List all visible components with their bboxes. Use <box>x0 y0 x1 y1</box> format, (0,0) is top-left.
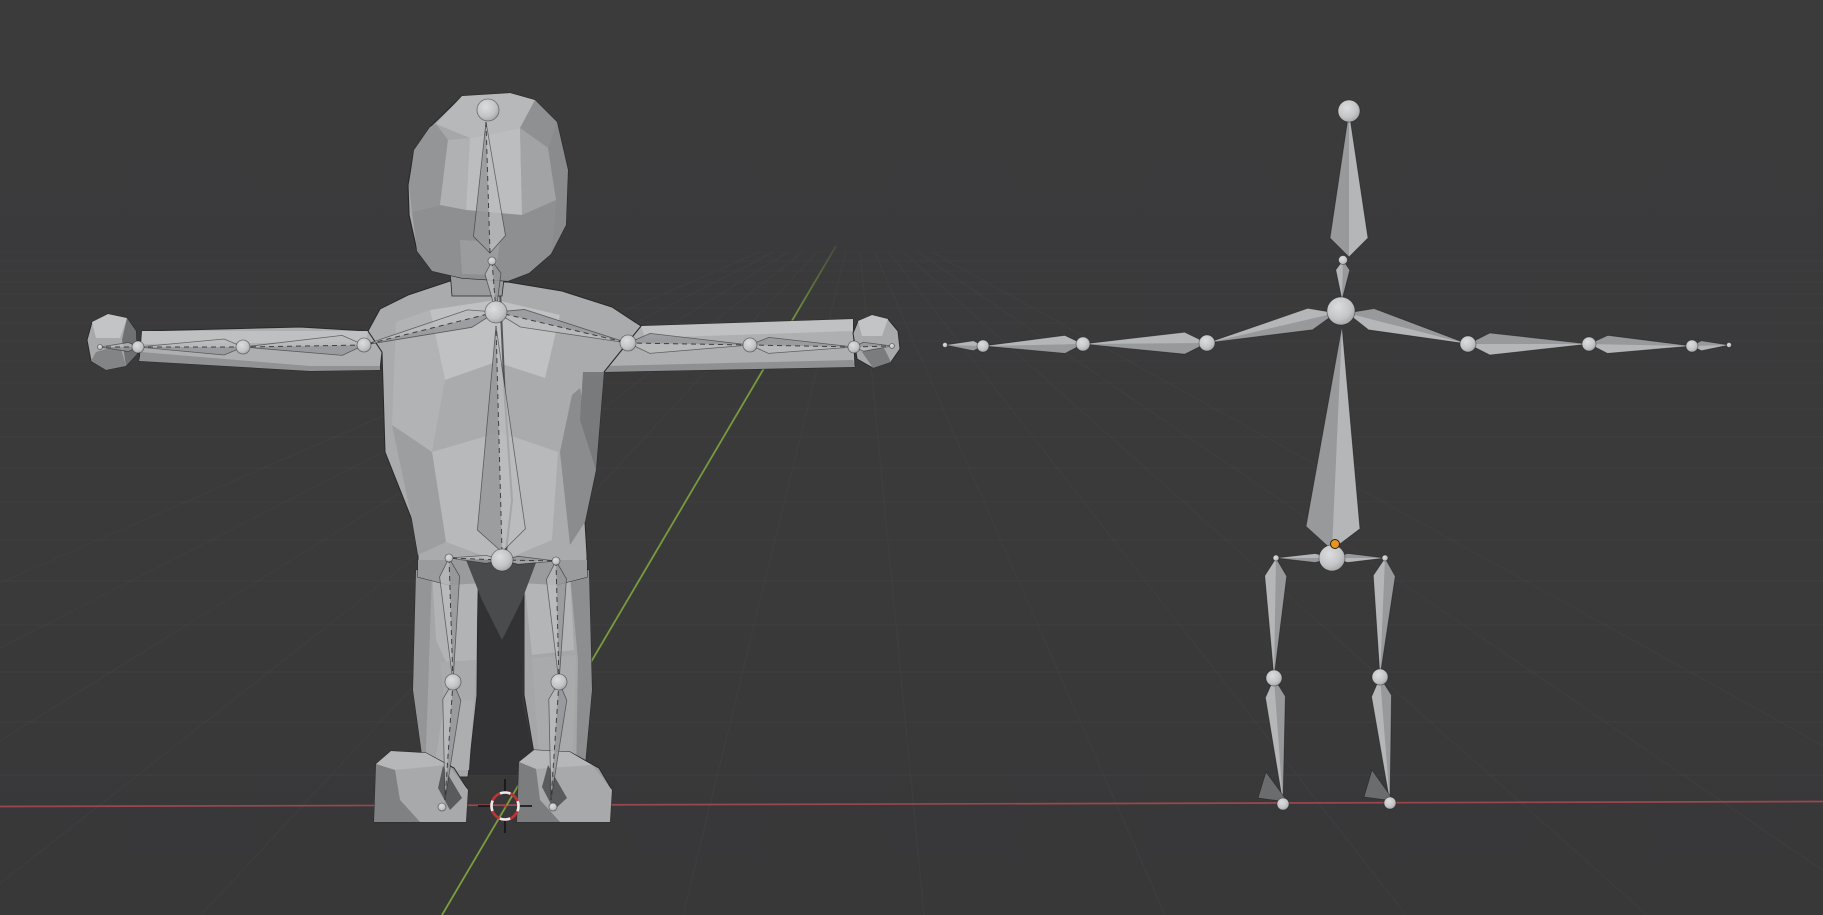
right-shoe <box>517 750 612 822</box>
object-origin-dot <box>1331 540 1340 549</box>
left-fist <box>87 314 137 370</box>
armature[interactable] <box>943 100 1732 810</box>
x-axis-line <box>0 802 1823 807</box>
3d-viewport[interactable] <box>0 0 1823 915</box>
